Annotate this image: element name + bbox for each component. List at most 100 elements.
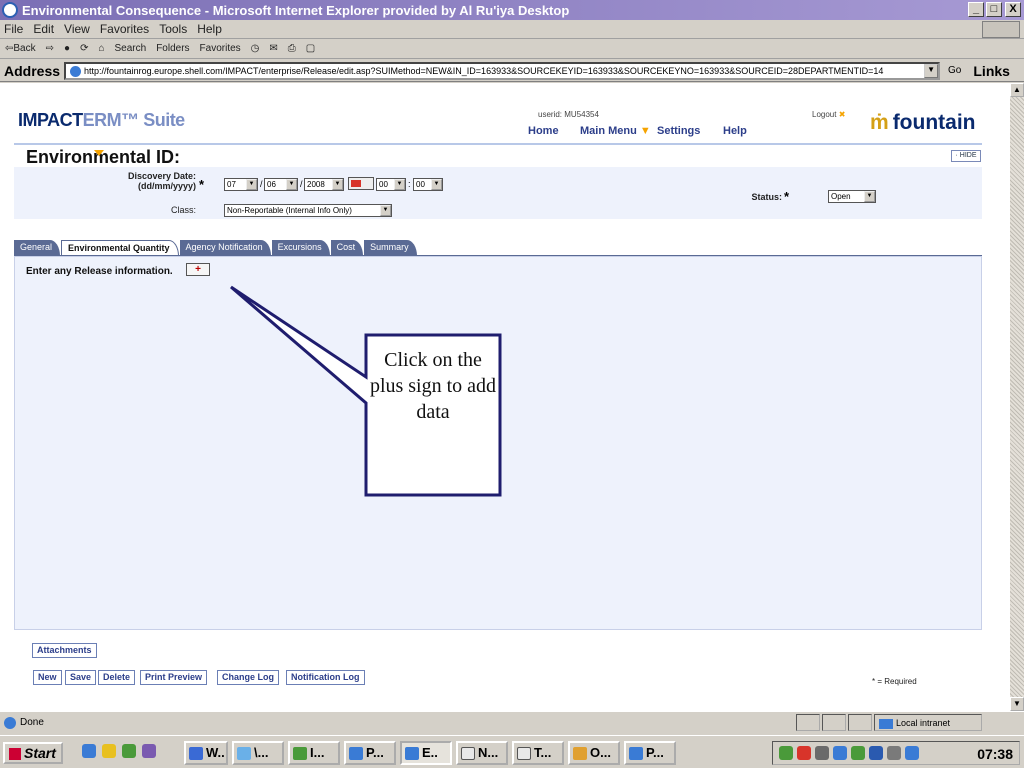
task-p[interactable]: P... (344, 741, 396, 765)
tab-summary[interactable]: Summary (364, 240, 417, 256)
page-icon (70, 65, 82, 77)
month-select[interactable]: 06 ▼ (264, 178, 298, 191)
year-select[interactable]: 2008 ▼ (304, 178, 344, 191)
tab-general[interactable]: General (14, 240, 61, 256)
attachments-button[interactable]: Attachments (32, 643, 97, 658)
chevron-down-icon: ▼ (639, 125, 651, 137)
fountain-logo: ṁ fountain (870, 111, 976, 134)
tab-agency-notification[interactable]: Agency Notification (179, 240, 271, 256)
stop-icon[interactable]: ● (64, 43, 70, 54)
hour-select[interactable]: 00 ▼ (376, 178, 406, 191)
logout-icon: ✖ (838, 110, 846, 119)
add-plus-button[interactable]: + (186, 263, 210, 276)
calendar-icon[interactable] (348, 177, 374, 190)
dropdown-arrow-icon[interactable] (94, 150, 104, 156)
mail-icon[interactable]: ✉ (269, 43, 277, 54)
required-star: * (199, 177, 205, 192)
ie-icon (2, 2, 18, 18)
delete-button[interactable]: Delete (98, 670, 136, 685)
menu-view[interactable]: View (64, 22, 90, 36)
menu-edit[interactable]: Edit (33, 22, 54, 36)
menu-favorites[interactable]: Favorites (100, 22, 149, 36)
start-button[interactable]: Start (3, 742, 63, 764)
save-button[interactable]: Save (65, 670, 97, 685)
window-title: Environmental Consequence - Microsoft In… (22, 2, 570, 18)
change-log-button[interactable]: Change Log (217, 670, 279, 685)
tray-icon[interactable] (779, 746, 793, 760)
tray-icon[interactable] (887, 746, 901, 760)
outlook-quicklaunch-icon[interactable] (102, 744, 116, 758)
refresh-icon[interactable]: ⟳ (80, 43, 88, 54)
task-e-active[interactable]: E.. (400, 741, 452, 765)
tray-icon[interactable] (815, 746, 829, 760)
nav-main-menu[interactable]: Main Menu ▼ (580, 125, 651, 137)
tray-icon[interactable] (851, 746, 865, 760)
tray-icon[interactable] (905, 746, 919, 760)
day-select[interactable]: 07 ▼ (224, 178, 258, 191)
menu-tools[interactable]: Tools (159, 22, 187, 36)
status-cell (822, 714, 846, 731)
vertical-scrollbar[interactable]: ▲ ▼ (1010, 83, 1024, 711)
window-titlebar[interactable]: Environmental Consequence - Microsoft In… (0, 0, 1024, 20)
status-cell (848, 714, 872, 731)
maximize-button[interactable]: □ (986, 2, 1002, 17)
fountain-mark-icon: ṁ (870, 111, 889, 134)
print-icon[interactable]: ⎙ (288, 43, 296, 54)
edit-icon[interactable]: ▢ (306, 43, 315, 54)
favorites-button[interactable]: Favorites (200, 43, 241, 54)
tray-icon[interactable] (797, 746, 811, 760)
address-url: http://fountainrog.europe.shell.com/IMPA… (84, 65, 884, 76)
zone-indicator: Local intranet (874, 714, 982, 731)
system-tray: 07:38 (772, 741, 1020, 765)
task-i[interactable]: I... (288, 741, 340, 765)
task-explorer[interactable]: \... (232, 741, 284, 765)
status-select[interactable]: Open ▼ (828, 190, 876, 203)
address-dropdown-icon[interactable]: ▼ (924, 63, 939, 78)
tab-excursions[interactable]: Excursions (271, 240, 330, 256)
media-quicklaunch-icon[interactable] (142, 744, 156, 758)
menu-bar: File Edit View Favorites Tools Help (0, 20, 1024, 39)
forward-button[interactable]: ⇨ (46, 43, 54, 54)
go-button[interactable]: Go (948, 65, 961, 76)
back-button[interactable]: ⇦Back (5, 43, 36, 54)
tray-icon[interactable] (869, 746, 883, 760)
home-icon[interactable]: ⌂ (98, 43, 104, 54)
close-button[interactable]: X (1005, 2, 1021, 17)
new-button[interactable]: New (33, 670, 62, 685)
links-button[interactable]: Links (973, 63, 1010, 79)
minute-select[interactable]: 00 ▼ (413, 178, 443, 191)
task-t[interactable]: T... (512, 741, 564, 765)
print-preview-button[interactable]: Print Preview (140, 670, 208, 685)
history-icon[interactable]: ◷ (251, 43, 260, 54)
search-button[interactable]: Search (115, 43, 147, 54)
folders-button[interactable]: Folders (156, 43, 189, 54)
nav-help[interactable]: Help (723, 125, 747, 137)
task-word[interactable]: W.. (184, 741, 228, 765)
impact-logo: IMPACTERM™ Suite (18, 110, 185, 130)
task-p2[interactable]: P... (624, 741, 676, 765)
release-info-text: Enter any Release information. (26, 266, 173, 277)
taskbar: Start W.. \... I... P... E.. N... T... O… (0, 735, 1024, 768)
address-input[interactable]: http://fountainrog.europe.shell.com/IMPA… (64, 61, 941, 80)
tab-environmental-quantity[interactable]: Environmental Quantity (61, 240, 179, 256)
task-n[interactable]: N... (456, 741, 508, 765)
menu-help[interactable]: Help (197, 22, 222, 36)
notification-log-button[interactable]: Notification Log (286, 670, 365, 685)
nav-settings[interactable]: Settings (657, 125, 700, 137)
task-o[interactable]: O... (568, 741, 620, 765)
logout-link[interactable]: Logout ✖ (812, 110, 845, 119)
desktop-quicklaunch-icon[interactable] (122, 744, 136, 758)
hide-button[interactable]: · HIDE (951, 150, 981, 162)
tray-icon[interactable] (833, 746, 847, 760)
minimize-button[interactable]: _ (968, 2, 984, 17)
scroll-down-icon[interactable]: ▼ (1010, 697, 1024, 711)
tab-cost[interactable]: Cost (330, 240, 364, 256)
ie-quicklaunch-icon[interactable] (82, 744, 96, 758)
class-select[interactable]: Non-Reportable (Internal Info Only) ▼ (224, 204, 392, 217)
menu-file[interactable]: File (4, 22, 23, 36)
scroll-up-icon[interactable]: ▲ (1010, 83, 1024, 97)
status-label: Status: (751, 192, 782, 202)
callout-text: Click on the plus sign to add data (369, 349, 497, 423)
nav-home[interactable]: Home (528, 125, 559, 137)
status-cell (796, 714, 820, 731)
